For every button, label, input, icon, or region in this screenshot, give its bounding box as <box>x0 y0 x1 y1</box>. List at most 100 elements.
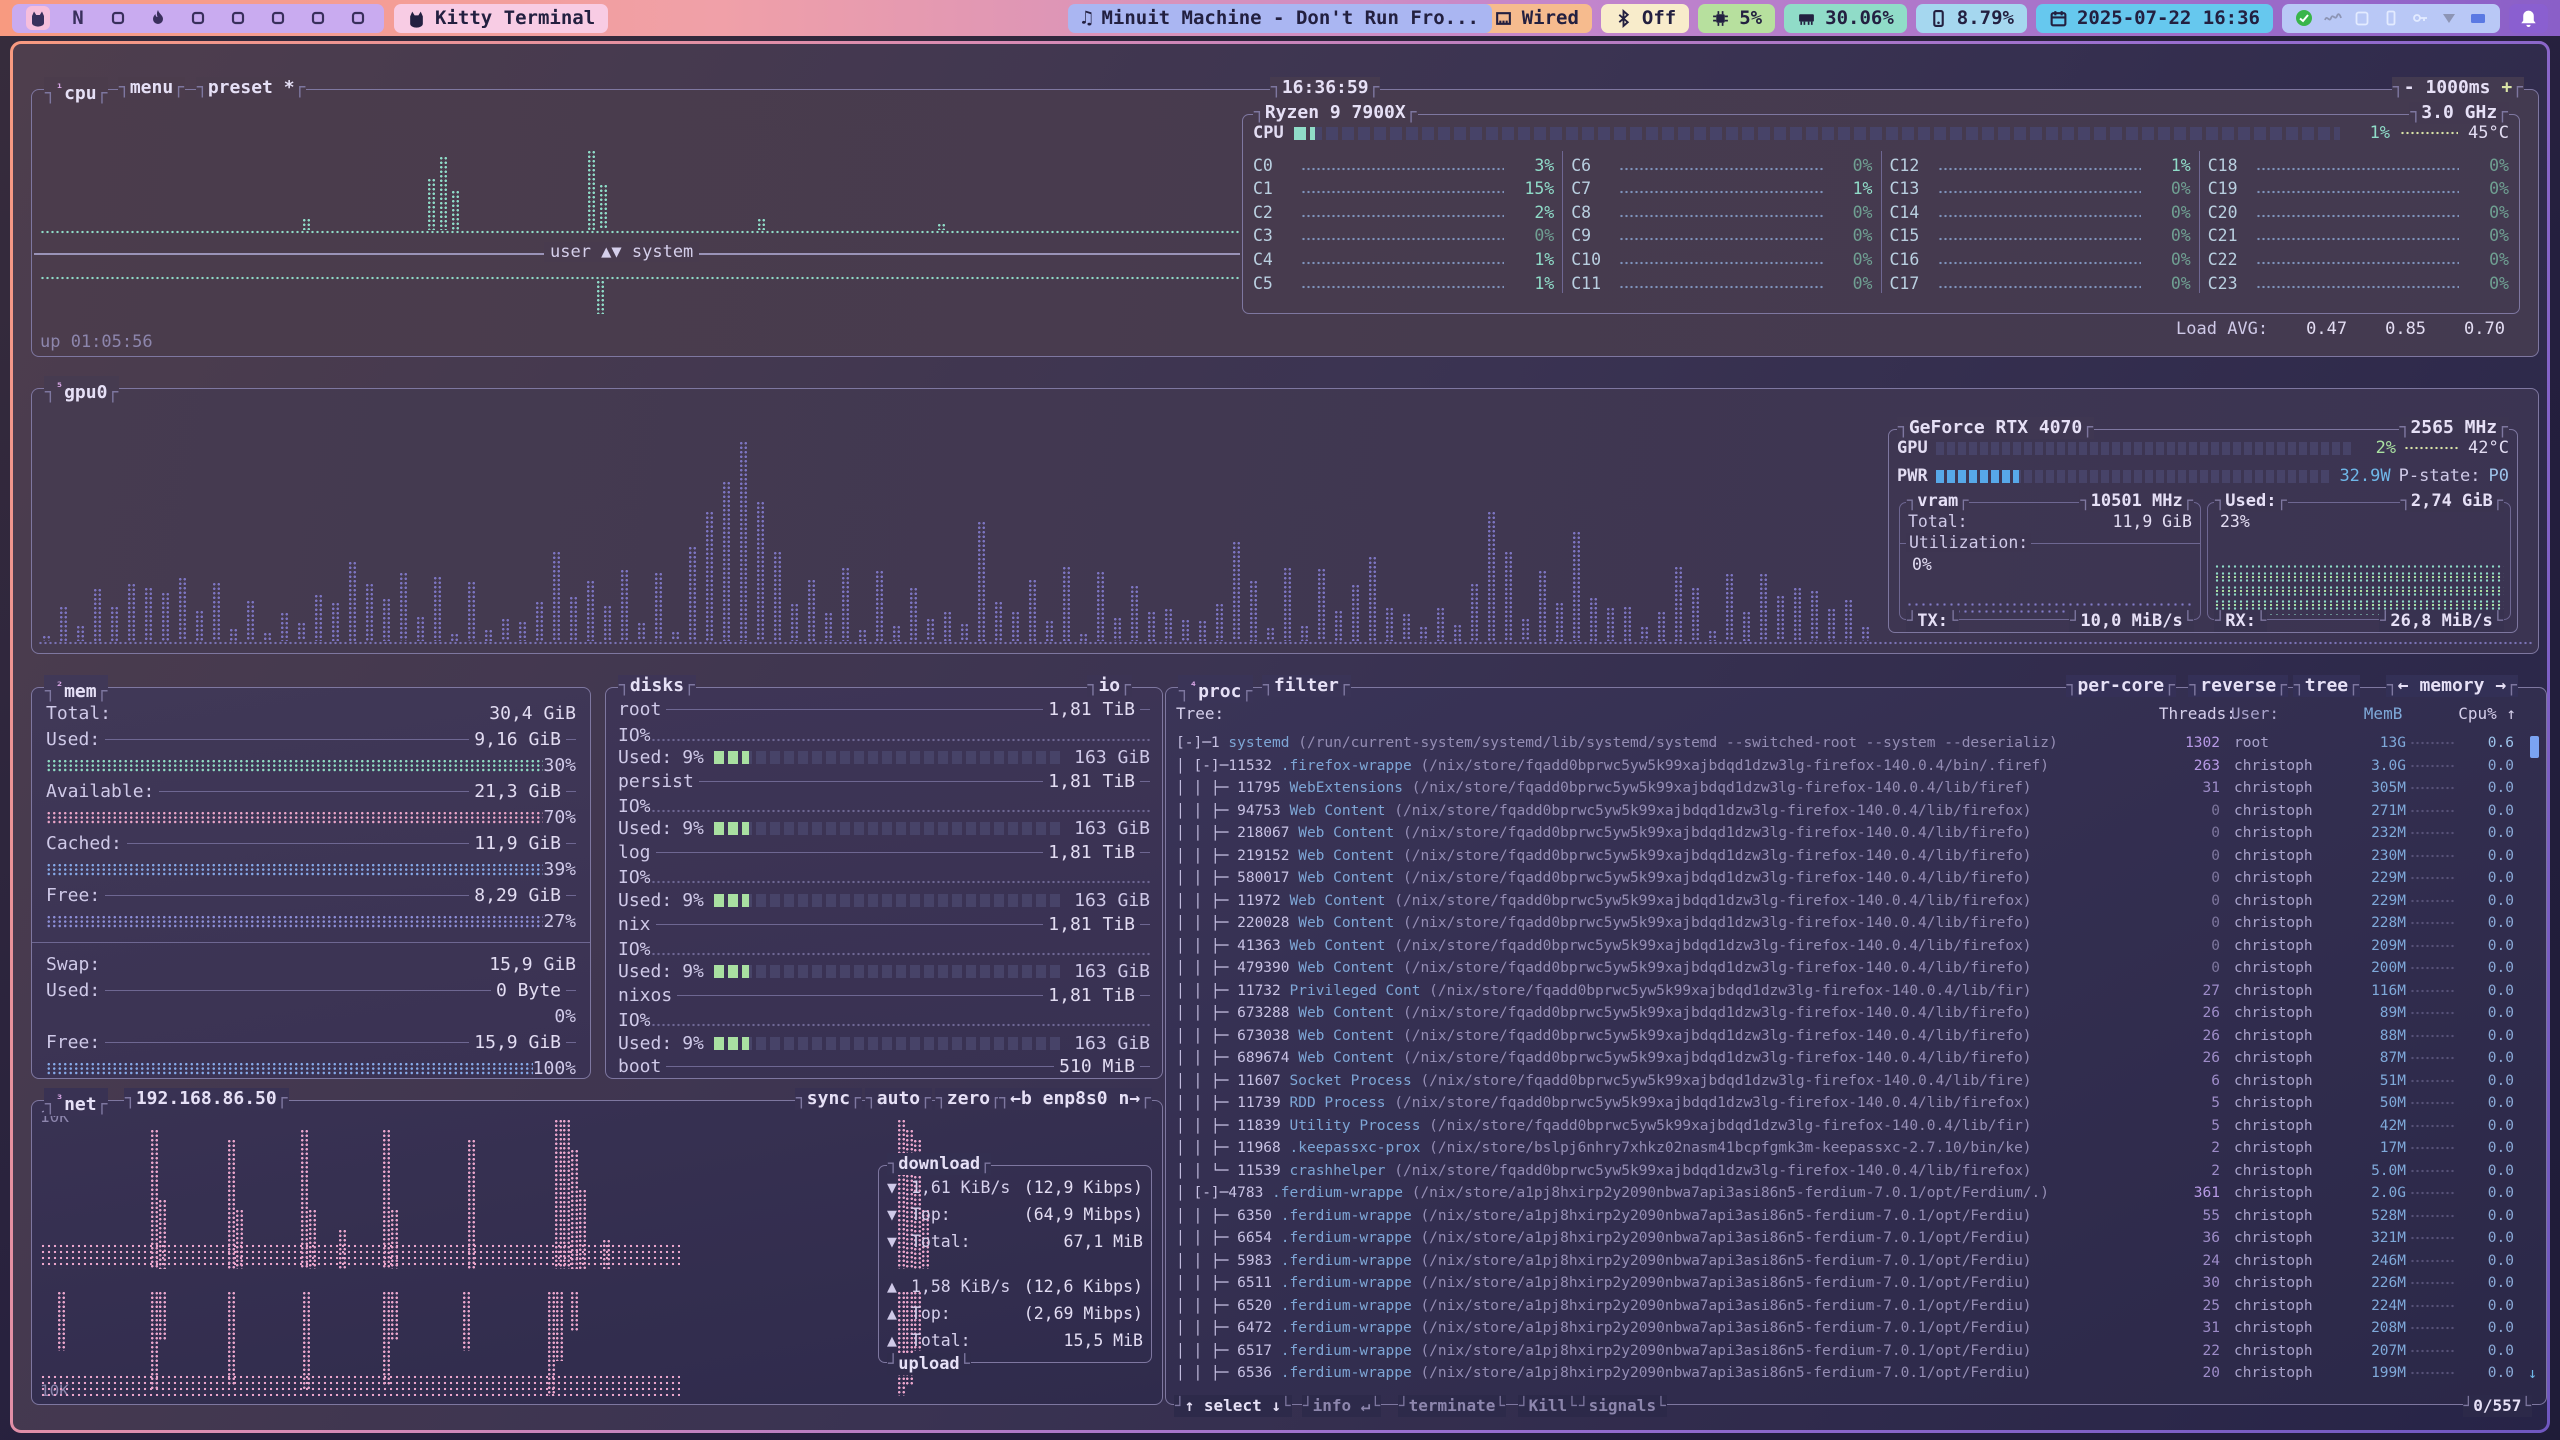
uptime: up 01:05:56 <box>40 332 153 352</box>
notification-bell[interactable] <box>2509 4 2548 33</box>
workspace-window-icon[interactable] <box>266 6 290 30</box>
io-toggle[interactable]: io <box>1087 675 1132 697</box>
disk-used-row: Used:9%163 GiB <box>618 960 1150 984</box>
module-bluetooth[interactable]: Off <box>1601 4 1689 33</box>
triangle-down-icon <box>2440 9 2458 27</box>
col-header-mem[interactable]: MemB <box>2339 704 2403 723</box>
workspaces[interactable]: N <box>12 4 384 33</box>
gpu-util-label: GPU <box>1897 438 1928 458</box>
cpu-core-box: Ryzen 9 7900X 3.0 GHz CPU 1% 45°C C03%C1… <box>1242 114 2520 314</box>
mem-meter <box>46 915 543 928</box>
workspace-cat-icon[interactable] <box>26 6 50 30</box>
process-row[interactable]: │ │ ├─ 6520 .ferdium-wrappe (/nix/store/… <box>1176 1295 2516 1318</box>
process-row[interactable]: │ │ ├─ 673288 Web Content (/nix/store/fq… <box>1176 1002 2516 1025</box>
process-row[interactable]: │ │ ├─ 94753 Web Content (/nix/store/fqa… <box>1176 800 2516 823</box>
mem-meter-row: 70% <box>46 804 576 830</box>
interface-switcher[interactable]: ←b enp8s0 n→ <box>998 1088 1152 1110</box>
process-row[interactable]: │ │ ├─ 11972 Web Content (/nix/store/fqa… <box>1176 890 2516 913</box>
music-widget[interactable]: ♫ Minuit Machine - Don't Run Fro... <box>1068 4 1492 33</box>
process-row[interactable]: │ │ ├─ 41363 Web Content (/nix/store/fqa… <box>1176 935 2516 958</box>
auto-toggle[interactable]: auto <box>865 1088 932 1110</box>
process-row[interactable]: │ │ ├─ 580017 Web Content (/nix/store/fq… <box>1176 867 2516 890</box>
process-row[interactable]: │ │ ├─ 11839 Utility Process (/nix/store… <box>1176 1115 2516 1138</box>
terminal-tab[interactable]: Kitty Terminal <box>394 4 608 33</box>
mem-row: Used:0 Byte <box>46 977 576 1003</box>
info-button[interactable]: info ↵ <box>1302 1395 1381 1417</box>
reverse-toggle[interactable]: reverse <box>2188 675 2288 697</box>
module-network[interactable]: Wired <box>1481 4 1592 33</box>
terminate-button[interactable]: terminate <box>1398 1395 1506 1417</box>
terminal-window: ¹cpu menu preset * 16:36:59 - 1000ms + u… <box>10 41 2550 1433</box>
module-cpu[interactable]: 5% <box>1698 4 1775 33</box>
process-row[interactable]: │ │ ├─ 11732 Privileged Cont (/nix/store… <box>1176 980 2516 1003</box>
system-tray[interactable] <box>2282 4 2500 33</box>
per-core-toggle[interactable]: per-core <box>2066 675 2176 697</box>
vram-title: vram <box>1906 490 1969 512</box>
mem-row: Free:15,9 GiB <box>46 1029 576 1055</box>
process-row[interactable]: │ │ └─ 11539 crashhelper (/nix/store/fqa… <box>1176 1160 2516 1183</box>
process-row[interactable]: │ │ ├─ 673038 Web Content (/nix/store/fq… <box>1176 1025 2516 1048</box>
mem-meter-row: 27% <box>46 908 576 934</box>
disk-io-graph <box>651 809 1150 813</box>
tree-toggle[interactable]: tree <box>2293 675 2360 697</box>
module-memory[interactable]: 30.06% <box>1784 4 1907 33</box>
workspace-window-icon[interactable] <box>226 6 250 30</box>
process-row[interactable]: │ [-]─4783 .ferdium-wrappe (/nix/store/a… <box>1176 1182 2516 1205</box>
vram-total-label: Total: <box>1908 512 1968 531</box>
workspace-window-icon[interactable] <box>106 6 130 30</box>
interval-control[interactable]: - 1000ms + <box>2392 77 2524 99</box>
col-header-tree[interactable]: Tree: <box>1176 704 2159 723</box>
mem-row: Cached:11,9 GiB <box>46 830 576 856</box>
process-row[interactable]: │ │ ├─ 11795 WebExtensions (/nix/store/f… <box>1176 777 2516 800</box>
process-row[interactable]: │ │ ├─ 6517 .ferdium-wrappe (/nix/store/… <box>1176 1340 2516 1363</box>
music-title: Minuit Machine - Don't Run Fro... <box>1101 7 1479 29</box>
col-header-cpu[interactable]: Cpu% ↑ <box>2454 704 2516 723</box>
process-row[interactable]: │ │ ├─ 218067 Web Content (/nix/store/fq… <box>1176 822 2516 845</box>
terminal-tab-label: Kitty Terminal <box>435 7 595 29</box>
process-row[interactable]: │ │ ├─ 220028 Web Content (/nix/store/fq… <box>1176 912 2516 935</box>
process-row[interactable]: │ │ ├─ 6654 .ferdium-wrappe (/nix/store/… <box>1176 1227 2516 1250</box>
process-row[interactable]: │ │ ├─ 219152 Web Content (/nix/store/fq… <box>1176 845 2516 868</box>
workspace-window-icon[interactable] <box>306 6 330 30</box>
process-row[interactable]: [-]─1 systemd (/run/current-system/syste… <box>1176 732 2516 755</box>
module-clock[interactable]: 2025-07-22 16:36 <box>2036 4 2273 33</box>
process-row[interactable]: │ │ ├─ 11607 Socket Process (/nix/store/… <box>1176 1070 2516 1093</box>
col-header-user[interactable]: User: <box>2217 704 2339 723</box>
process-row[interactable]: │ │ ├─ 5983 .ferdium-wrappe (/nix/store/… <box>1176 1250 2516 1273</box>
filter-button[interactable]: filter <box>1262 675 1351 697</box>
preset-button[interactable]: preset * <box>196 77 306 99</box>
core-column: C60%C71%C80%C90%C100%C110% <box>1562 151 1880 293</box>
process-row[interactable]: │ [-]─11532 .firefox-wrappe (/nix/store/… <box>1176 755 2516 778</box>
core-row: C71% <box>1571 175 1872 199</box>
signals-button[interactable]: signals <box>1578 1395 1667 1417</box>
workspace-window-icon[interactable] <box>186 6 210 30</box>
gpu-util-percent: 2% <box>2362 438 2396 458</box>
core-row: C140% <box>1890 198 2191 222</box>
disk-io-row: IO% <box>618 722 1150 746</box>
process-row[interactable]: │ │ ├─ 479390 Web Content (/nix/store/fq… <box>1176 957 2516 980</box>
process-row[interactable]: │ │ ├─ 6536 .ferdium-wrappe (/nix/store/… <box>1176 1362 2516 1385</box>
rx-rate: 26,8 MiB/s <box>2379 610 2504 632</box>
core-row: C230% <box>2208 269 2509 293</box>
core-row: C210% <box>2208 222 2509 246</box>
vram-used: 2,74 GiB <box>2400 490 2504 512</box>
upload-row: ▲Top:(2,69 Mibps) <box>887 1300 1143 1327</box>
col-header-threads[interactable]: Threads: <box>2159 704 2217 723</box>
workspace-flame-icon[interactable] <box>146 6 170 30</box>
sync-toggle[interactable]: sync <box>795 1088 862 1110</box>
kill-button[interactable]: Kill <box>1518 1395 1578 1417</box>
process-row[interactable]: │ │ ├─ 11968 .keepassxc-prox (/nix/store… <box>1176 1137 2516 1160</box>
process-row[interactable]: │ │ ├─ 689674 Web Content (/nix/store/fq… <box>1176 1047 2516 1070</box>
workspace-window-icon[interactable] <box>346 6 370 30</box>
menu-button[interactable]: menu <box>118 77 185 99</box>
process-row[interactable]: │ │ ├─ 6472 .ferdium-wrappe (/nix/store/… <box>1176 1317 2516 1340</box>
sort-column-switcher[interactable]: ← memory → <box>2386 675 2518 697</box>
process-row[interactable]: │ │ ├─ 11739 RDD Process (/nix/store/fqa… <box>1176 1092 2516 1115</box>
neovim-icon[interactable]: N <box>66 6 90 30</box>
process-row[interactable]: │ │ ├─ 6511 .ferdium-wrappe (/nix/store/… <box>1176 1272 2516 1295</box>
select-hint[interactable]: ↑ select ↓ <box>1174 1395 1292 1417</box>
module-disk[interactable]: 8.79% <box>1916 4 2027 33</box>
zero-toggle[interactable]: zero <box>935 1088 1002 1110</box>
proc-scrollbar-thumb[interactable] <box>2530 736 2539 758</box>
process-row[interactable]: │ │ ├─ 6350 .ferdium-wrappe (/nix/store/… <box>1176 1205 2516 1228</box>
